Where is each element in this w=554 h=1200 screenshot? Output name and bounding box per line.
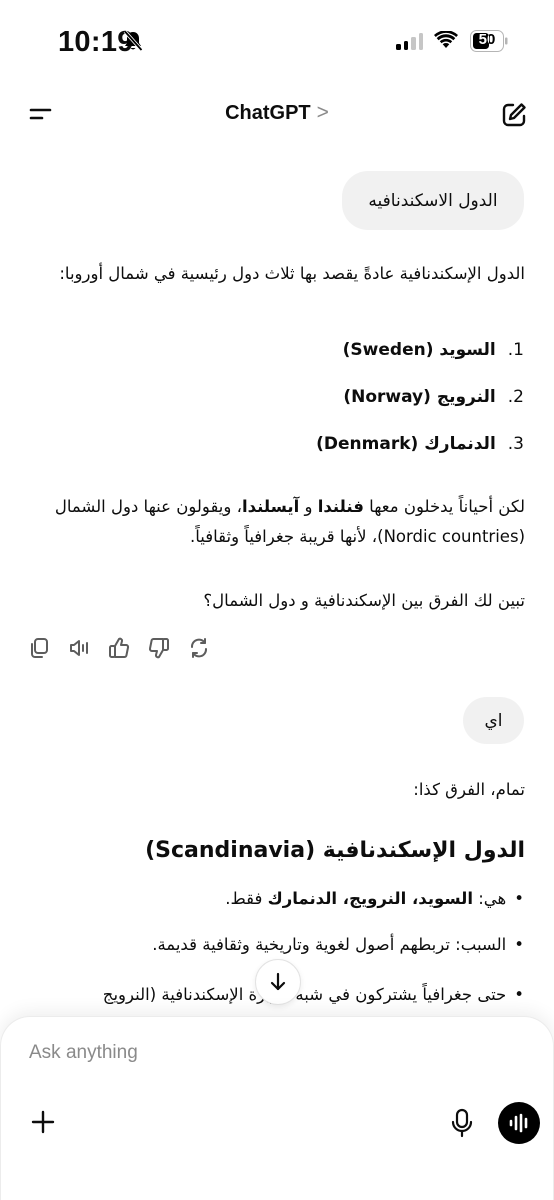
regenerate-icon[interactable] xyxy=(188,636,210,660)
bullet-item: •حتى جغرافياً يشتركون في شبه جزيرة الإسك… xyxy=(102,985,524,1004)
cellular-signal-icon xyxy=(396,33,423,50)
scroll-to-bottom-button[interactable] xyxy=(255,959,301,1005)
section-heading: الدول الإسكندنافية (Scandinavia) xyxy=(145,838,525,863)
user-message-text: الدول الاسكندنافيه xyxy=(368,190,498,211)
list-item: 3.الدنمارك (Denmark) xyxy=(316,434,524,454)
wifi-icon xyxy=(434,30,458,53)
thumbs-down-icon[interactable] xyxy=(148,636,170,660)
bullet-item: •هي: السويد، النرويج، الدنمارك فقط. xyxy=(225,889,524,908)
battery-icon: 50 xyxy=(470,30,508,56)
voice-mode-button[interactable] xyxy=(498,1102,540,1144)
message-input[interactable]: Ask anything xyxy=(29,1042,429,1064)
copy-icon[interactable] xyxy=(28,636,50,660)
composer: Ask anything xyxy=(0,1016,554,1200)
arrow-down-icon xyxy=(270,972,286,991)
user-message-bubble: اي xyxy=(463,697,524,744)
model-selector[interactable]: ChatGPT > xyxy=(0,101,554,125)
list-item: 2.النرويج (Norway) xyxy=(343,387,524,407)
user-message-bubble: الدول الاسكندنافيه xyxy=(342,171,524,230)
list-item: 1.السويد (Sweden) xyxy=(342,340,524,360)
plus-icon[interactable] xyxy=(31,1110,55,1134)
speaker-icon[interactable] xyxy=(68,636,90,660)
battery-level: 50 xyxy=(478,31,496,48)
bullet-item: •السبب: تربطهم أصول لغوية وتاريخية وثقاف… xyxy=(152,935,524,954)
bell-muted-icon xyxy=(123,30,143,56)
status-bar: 10:19 50 xyxy=(0,0,554,84)
user-message-text: اي xyxy=(484,710,503,731)
assistant-intro: تمام، الفرق كذا: xyxy=(413,780,525,799)
mic-icon[interactable] xyxy=(450,1108,474,1138)
thumbs-up-icon[interactable] xyxy=(108,636,130,660)
voice-mode-icon xyxy=(509,1113,528,1133)
compose-icon[interactable] xyxy=(500,101,528,129)
top-nav: ChatGPT > xyxy=(0,84,554,146)
assistant-note: لكن أحياناً يدخلون معها فنلندا و آيسلندا… xyxy=(54,497,525,546)
assistant-question: تبين لك الفرق بين الإسكندنافية و دول الش… xyxy=(203,591,525,610)
model-name: ChatGPT xyxy=(225,102,311,124)
chevron-right-icon: > xyxy=(316,101,329,124)
assistant-intro: الدول الإسكندنافية عادةً يقصد بها ثلاث د… xyxy=(59,264,525,283)
message-actions xyxy=(28,636,210,660)
